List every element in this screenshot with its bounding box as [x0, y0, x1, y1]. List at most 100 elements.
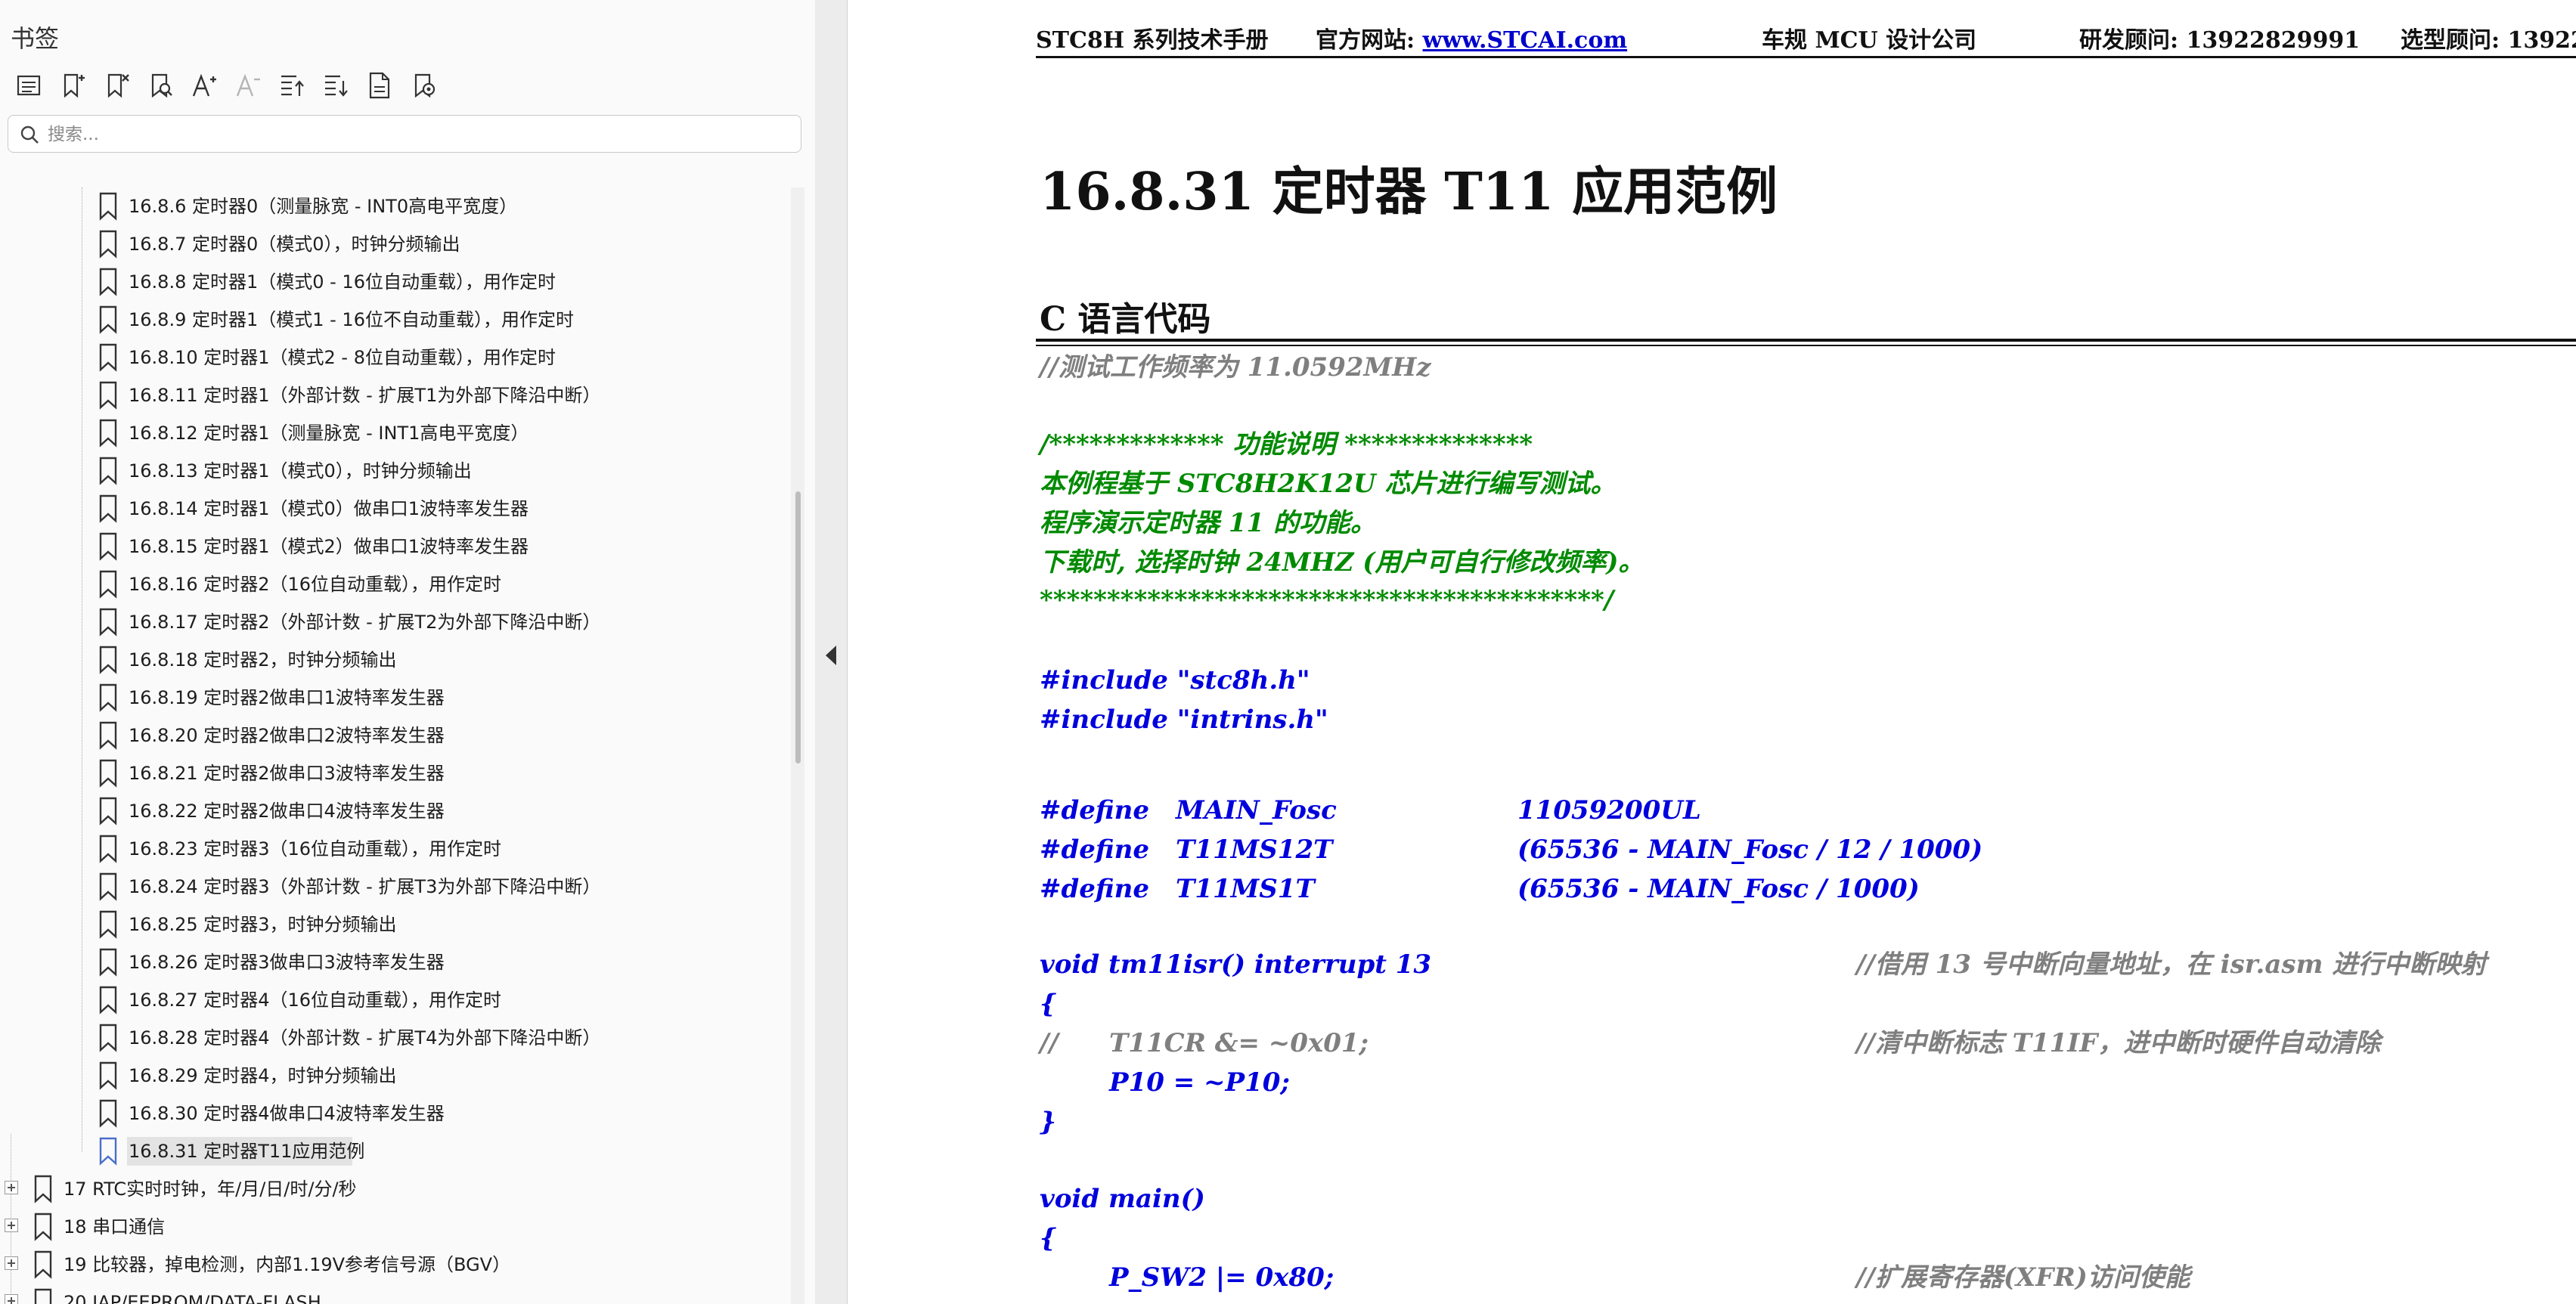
- code-identifier: MAIN_Fosc: [1176, 795, 1337, 825]
- bookmark-item[interactable]: 16.8.7 定时器0（模式0），时钟分频输出: [0, 225, 786, 263]
- bookmark-label: 16.8.23 定时器3（16位自动重载），用作定时: [129, 838, 502, 860]
- bookmark-item[interactable]: 16.8.25 定时器3，时钟分频输出: [0, 906, 786, 943]
- expand-toggle-icon[interactable]: [5, 1294, 18, 1304]
- bookmark-item-selected[interactable]: 16.8.31 定时器T11应用范例: [0, 1132, 786, 1170]
- code-line: {: [1040, 1223, 1056, 1253]
- bookmark-icon: [99, 948, 117, 977]
- bookmark-list-icon[interactable]: [11, 65, 47, 106]
- bookmark-item[interactable]: 16.8.11 定时器1（外部计数 - 扩展T1为外部下降沿中断）: [0, 376, 786, 414]
- bookmark-item[interactable]: 16.8.16 定时器2（16位自动重载），用作定时: [0, 565, 786, 603]
- bookmark-item[interactable]: 16.8.10 定时器1（模式2 - 8位自动重载），用作定时: [0, 339, 786, 376]
- bookmark-label: 16.8.6 定时器0（测量脉宽 - INT0高电平宽度）: [129, 196, 518, 217]
- bookmark-icon: [99, 268, 117, 296]
- bookmark-item[interactable]: 16.8.17 定时器2（外部计数 - 扩展T2为外部下降沿中断）: [0, 603, 786, 641]
- collapse-panel-icon[interactable]: [821, 643, 841, 668]
- chapter-label: 17 RTC实时时钟，年/月/日/时/分/秒: [64, 1179, 357, 1200]
- bookmark-item[interactable]: 16.8.23 定时器3（16位自动重载），用作定时: [0, 830, 786, 868]
- expand-toggle-icon[interactable]: [5, 1256, 18, 1270]
- code-keyword: #define: [1040, 874, 1149, 904]
- expand-all-icon[interactable]: [274, 65, 310, 106]
- find-bookmark-icon[interactable]: [142, 65, 178, 106]
- bookmark-item[interactable]: 16.8.15 定时器1（模式2）做串口1波特率发生器: [0, 528, 786, 565]
- bookmark-item[interactable]: 16.8.27 定时器4（16位自动重载），用作定时: [0, 981, 786, 1019]
- bookmark-item[interactable]: 16.8.12 定时器1（测量脉宽 - INT1高电平宽度）: [0, 414, 786, 452]
- chapter-item[interactable]: 20 IAP/EEPROM/DATA-FLASH: [0, 1284, 786, 1304]
- bookmark-label: 16.8.17 定时器2（外部计数 - 扩展T2为外部下降沿中断）: [129, 612, 601, 633]
- decrease-font-icon[interactable]: [230, 65, 266, 106]
- bookmark-label: 16.8.29 定时器4，时钟分频输出: [129, 1065, 397, 1086]
- double-rule-top: [1036, 339, 2576, 342]
- bookmark-icon: [99, 381, 117, 410]
- bookmark-item[interactable]: 16.8.26 定时器3做串口3波特率发生器: [0, 943, 786, 981]
- increase-font-icon[interactable]: [186, 65, 222, 106]
- bookmark-icon: [99, 1137, 117, 1166]
- bookmark-search[interactable]: [8, 115, 801, 153]
- search-input[interactable]: [46, 119, 790, 150]
- bookmark-item[interactable]: 16.8.24 定时器3（外部计数 - 扩展T3为外部下降沿中断）: [0, 868, 786, 906]
- bookmark-item[interactable]: 16.8.21 定时器2做串口3波特率发生器: [0, 754, 786, 792]
- code-comment: 程序演示定时器 11 的功能。: [1040, 508, 1376, 538]
- code-line: #include "intrins.h": [1040, 705, 1328, 735]
- add-bookmark-icon[interactable]: [54, 65, 91, 106]
- code-comment: 下载时, 选择时钟 24MHZ (用户可自行修改频率)。: [1040, 547, 1644, 578]
- bookmark-item[interactable]: 16.8.18 定时器2，时钟分频输出: [0, 641, 786, 679]
- code-comment: 本例程基于 STC8H2K12U 芯片进行编写测试。: [1040, 469, 1617, 499]
- document-page: STC8H 系列技术手册 官方网站: www.STCAI.com 车规 MCU …: [848, 0, 2576, 1304]
- bookmark-item[interactable]: 16.8.19 定时器2做串口1波特率发生器: [0, 679, 786, 717]
- bookmark-icon: [99, 230, 117, 259]
- bookmark-item[interactable]: 16.8.20 定时器2做串口2波特率发生器: [0, 717, 786, 754]
- bookmark-icon: [99, 835, 117, 863]
- bookmark-item[interactable]: 16.8.28 定时器4（外部计数 - 扩展T4为外部下降沿中断）: [0, 1019, 786, 1057]
- bookmark-icon: [34, 1288, 52, 1304]
- bookmark-item[interactable]: 16.8.9 定时器1（模式1 - 16位不自动重载），用作定时: [0, 301, 786, 339]
- chapter-item[interactable]: 18 串口通信: [0, 1208, 786, 1246]
- chapter-label: 19 比较器，掉电检测，内部1.19V参考信号源（BGV）: [64, 1254, 511, 1275]
- bookmark-label: 16.8.11 定时器1（外部计数 - 扩展T1为外部下降沿中断）: [129, 385, 601, 406]
- delete-bookmark-icon[interactable]: [98, 65, 135, 106]
- website-label-text: 官方网站:: [1316, 27, 1423, 54]
- bookmark-label: 16.8.8 定时器1（模式0 - 16位自动重载），用作定时: [129, 271, 556, 293]
- code-comment: //: [1040, 1028, 1059, 1058]
- bookmark-label: 16.8.24 定时器3（外部计数 - 扩展T3为外部下降沿中断）: [129, 876, 601, 897]
- collapse-all-icon[interactable]: [318, 65, 354, 106]
- code-comment: T11CR &= ~0x01;: [1109, 1028, 1369, 1058]
- bookmark-properties-icon[interactable]: [361, 65, 398, 106]
- bookmark-label: 16.8.27 定时器4（16位自动重载），用作定时: [129, 990, 502, 1011]
- bookmark-item[interactable]: 16.8.8 定时器1（模式0 - 16位自动重载），用作定时: [0, 263, 786, 301]
- manual-title: STC8H 系列技术手册: [1036, 27, 1269, 54]
- bookmark-icon: [99, 532, 117, 561]
- code-identifier: T11MS12T: [1176, 835, 1333, 865]
- expand-toggle-icon[interactable]: [5, 1181, 18, 1194]
- bookmark-icon: [99, 683, 117, 712]
- bookmark-scrollbar-thumb[interactable]: [795, 491, 801, 764]
- bookmark-label: 16.8.20 定时器2做串口2波特率发生器: [129, 725, 445, 746]
- bookmark-label: 16.8.31 定时器T11应用范例: [129, 1141, 365, 1162]
- bookmark-icon: [99, 797, 117, 825]
- expand-toggle-icon[interactable]: [5, 1219, 18, 1232]
- code-comment: //清中断标志 T11IF，进中断时硬件自动清除: [1856, 1028, 2381, 1058]
- chapter-item[interactable]: 17 RTC实时时钟，年/月/日/时/分/秒: [0, 1170, 786, 1208]
- code-value: 11059200UL: [1517, 795, 1701, 825]
- website-link[interactable]: www.STCAI.com: [1423, 27, 1628, 54]
- bookmark-label: 16.8.12 定时器1（测量脉宽 - INT1高电平宽度）: [129, 423, 529, 444]
- bookmark-settings-icon[interactable]: [405, 65, 442, 106]
- bookmark-item[interactable]: 16.8.30 定时器4做串口4波特率发生器: [0, 1095, 786, 1132]
- bookmark-item[interactable]: 16.8.14 定时器1（模式0）做串口1波特率发生器: [0, 490, 786, 528]
- bookmark-item[interactable]: 16.8.13 定时器1（模式0），时钟分频输出: [0, 452, 786, 490]
- chapter-label: 20 IAP/EEPROM/DATA-FLASH: [64, 1292, 321, 1304]
- bookmark-label: 16.8.9 定时器1（模式1 - 16位不自动重载），用作定时: [129, 309, 574, 330]
- bookmark-icon: [99, 343, 117, 372]
- code-line: void tm11isr() interrupt 13: [1040, 949, 1432, 980]
- bookmark-icon: [99, 759, 117, 788]
- code-line: P10 = ~P10;: [1109, 1067, 1290, 1098]
- chapter-item[interactable]: 19 比较器，掉电检测，内部1.19V参考信号源（BGV）: [0, 1246, 786, 1284]
- bookmark-item[interactable]: 16.8.29 定时器4，时钟分频输出: [0, 1057, 786, 1095]
- code-line: {: [1040, 989, 1056, 1019]
- rd-contact: 研发顾问: 13922829991: [2079, 27, 2361, 54]
- code-comment: /************* 功能说明 **************: [1040, 429, 1533, 460]
- bookmark-item[interactable]: 16.8.22 定时器2做串口4波特率发生器: [0, 792, 786, 830]
- bookmark-item[interactable]: 16.8.6 定时器0（测量脉宽 - INT0高电平宽度）: [0, 187, 786, 225]
- bookmark-label: 16.8.21 定时器2做串口3波特率发生器: [129, 763, 445, 784]
- code-comment: //扩展寄存器(XFR)访问使能: [1856, 1262, 2190, 1293]
- bookmark-panel: 书签 搜索... 16.8.6 定时器0（测量脉宽 - INT0高电平宽度） 1…: [0, 0, 816, 1304]
